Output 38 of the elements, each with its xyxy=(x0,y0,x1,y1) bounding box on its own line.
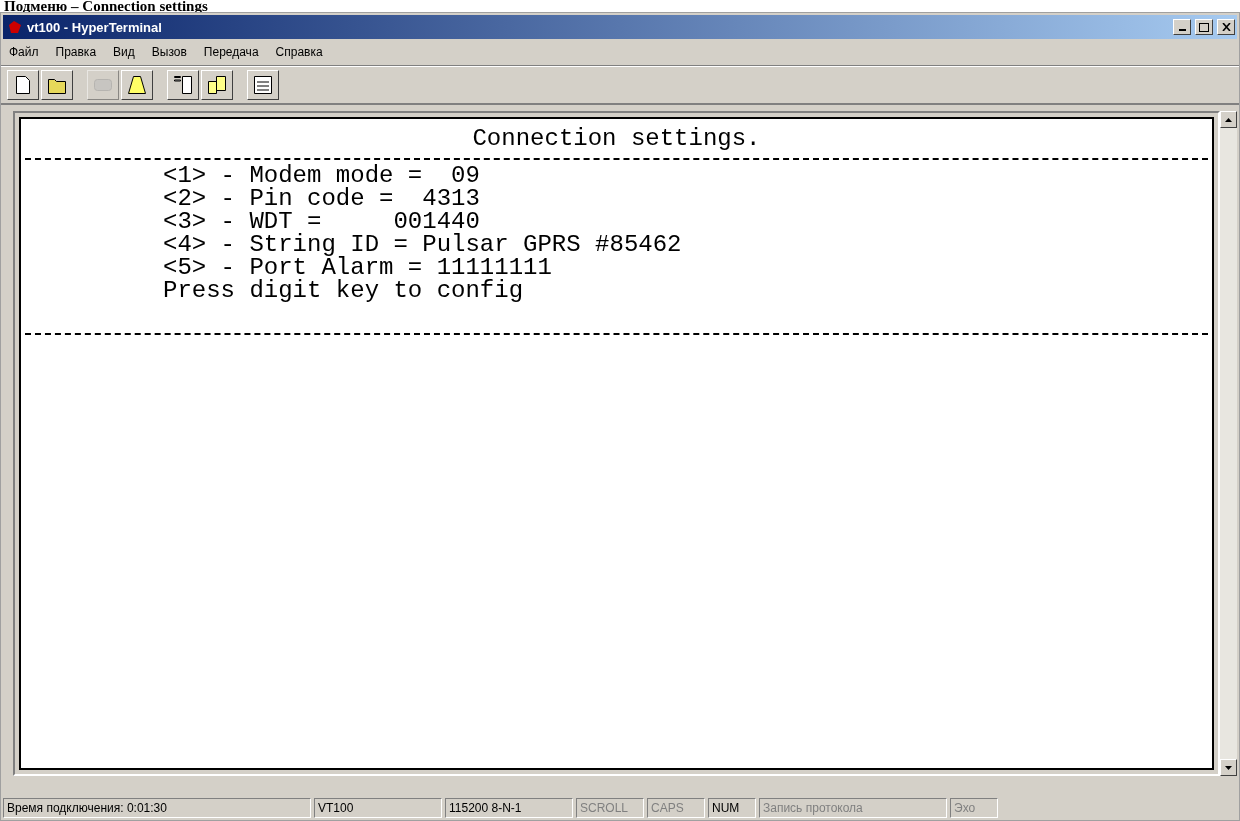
window-title: vt100 - HyperTerminal xyxy=(27,19,163,35)
terminal-line: <5> - Port Alarm = 11111111 xyxy=(163,256,553,279)
status-bar-cell: 115200 8-N-1 xyxy=(445,798,573,818)
scroll-up-button[interactable] xyxy=(1220,111,1237,128)
menu-item[interactable]: Вызов xyxy=(151,45,187,59)
document-icon xyxy=(14,76,32,94)
terminal-title: Connection settings. xyxy=(471,127,762,150)
status-bar-cell: Запись протокола xyxy=(759,798,947,818)
close-icon xyxy=(1221,23,1231,31)
minimize-button[interactable] xyxy=(1173,19,1191,35)
terminal-line: <4> - String ID = Pulsar GPRS #85462 xyxy=(163,233,683,256)
terminal-line: <2> - Pin code = 4313 xyxy=(163,187,481,210)
folder-icon xyxy=(48,76,66,94)
terminal-line: Press digit key to config xyxy=(163,279,525,302)
properties-icon xyxy=(254,76,272,94)
status-bar-cell: VT100 xyxy=(314,798,442,818)
close-button[interactable] xyxy=(1217,19,1235,35)
status-bar-cell: NUM xyxy=(708,798,756,818)
maximize-icon xyxy=(1199,22,1209,32)
terminal-line: <1> - Modem mode = 09 xyxy=(163,164,481,187)
page-heading: Подменю – Connection settings xyxy=(3,0,209,12)
menu-item[interactable]: Файл xyxy=(9,45,39,59)
scroll-down-button[interactable] xyxy=(1220,759,1237,776)
terminal-line: <3> - WDT = 001440 xyxy=(163,210,480,233)
status-bar-cell: CAPS xyxy=(647,798,705,818)
folder-icon xyxy=(208,76,226,94)
document-icon xyxy=(174,76,192,94)
maximize-button[interactable] xyxy=(1195,19,1213,35)
down-arrow-icon xyxy=(1225,765,1232,770)
menu-item[interactable]: Передача xyxy=(203,45,259,59)
menu-item[interactable]: Правка xyxy=(55,45,97,59)
up-arrow-icon xyxy=(1225,117,1232,122)
menu-item[interactable]: Справка xyxy=(275,45,323,59)
status-bar-cell: Время подключения: 0:01:30 xyxy=(3,798,311,818)
menu-item[interactable]: Вид xyxy=(113,45,135,59)
status-bar-cell: SCROLL xyxy=(576,798,644,818)
minimize-icon xyxy=(1178,29,1186,31)
status-bar-cell: Эхо xyxy=(950,798,998,818)
